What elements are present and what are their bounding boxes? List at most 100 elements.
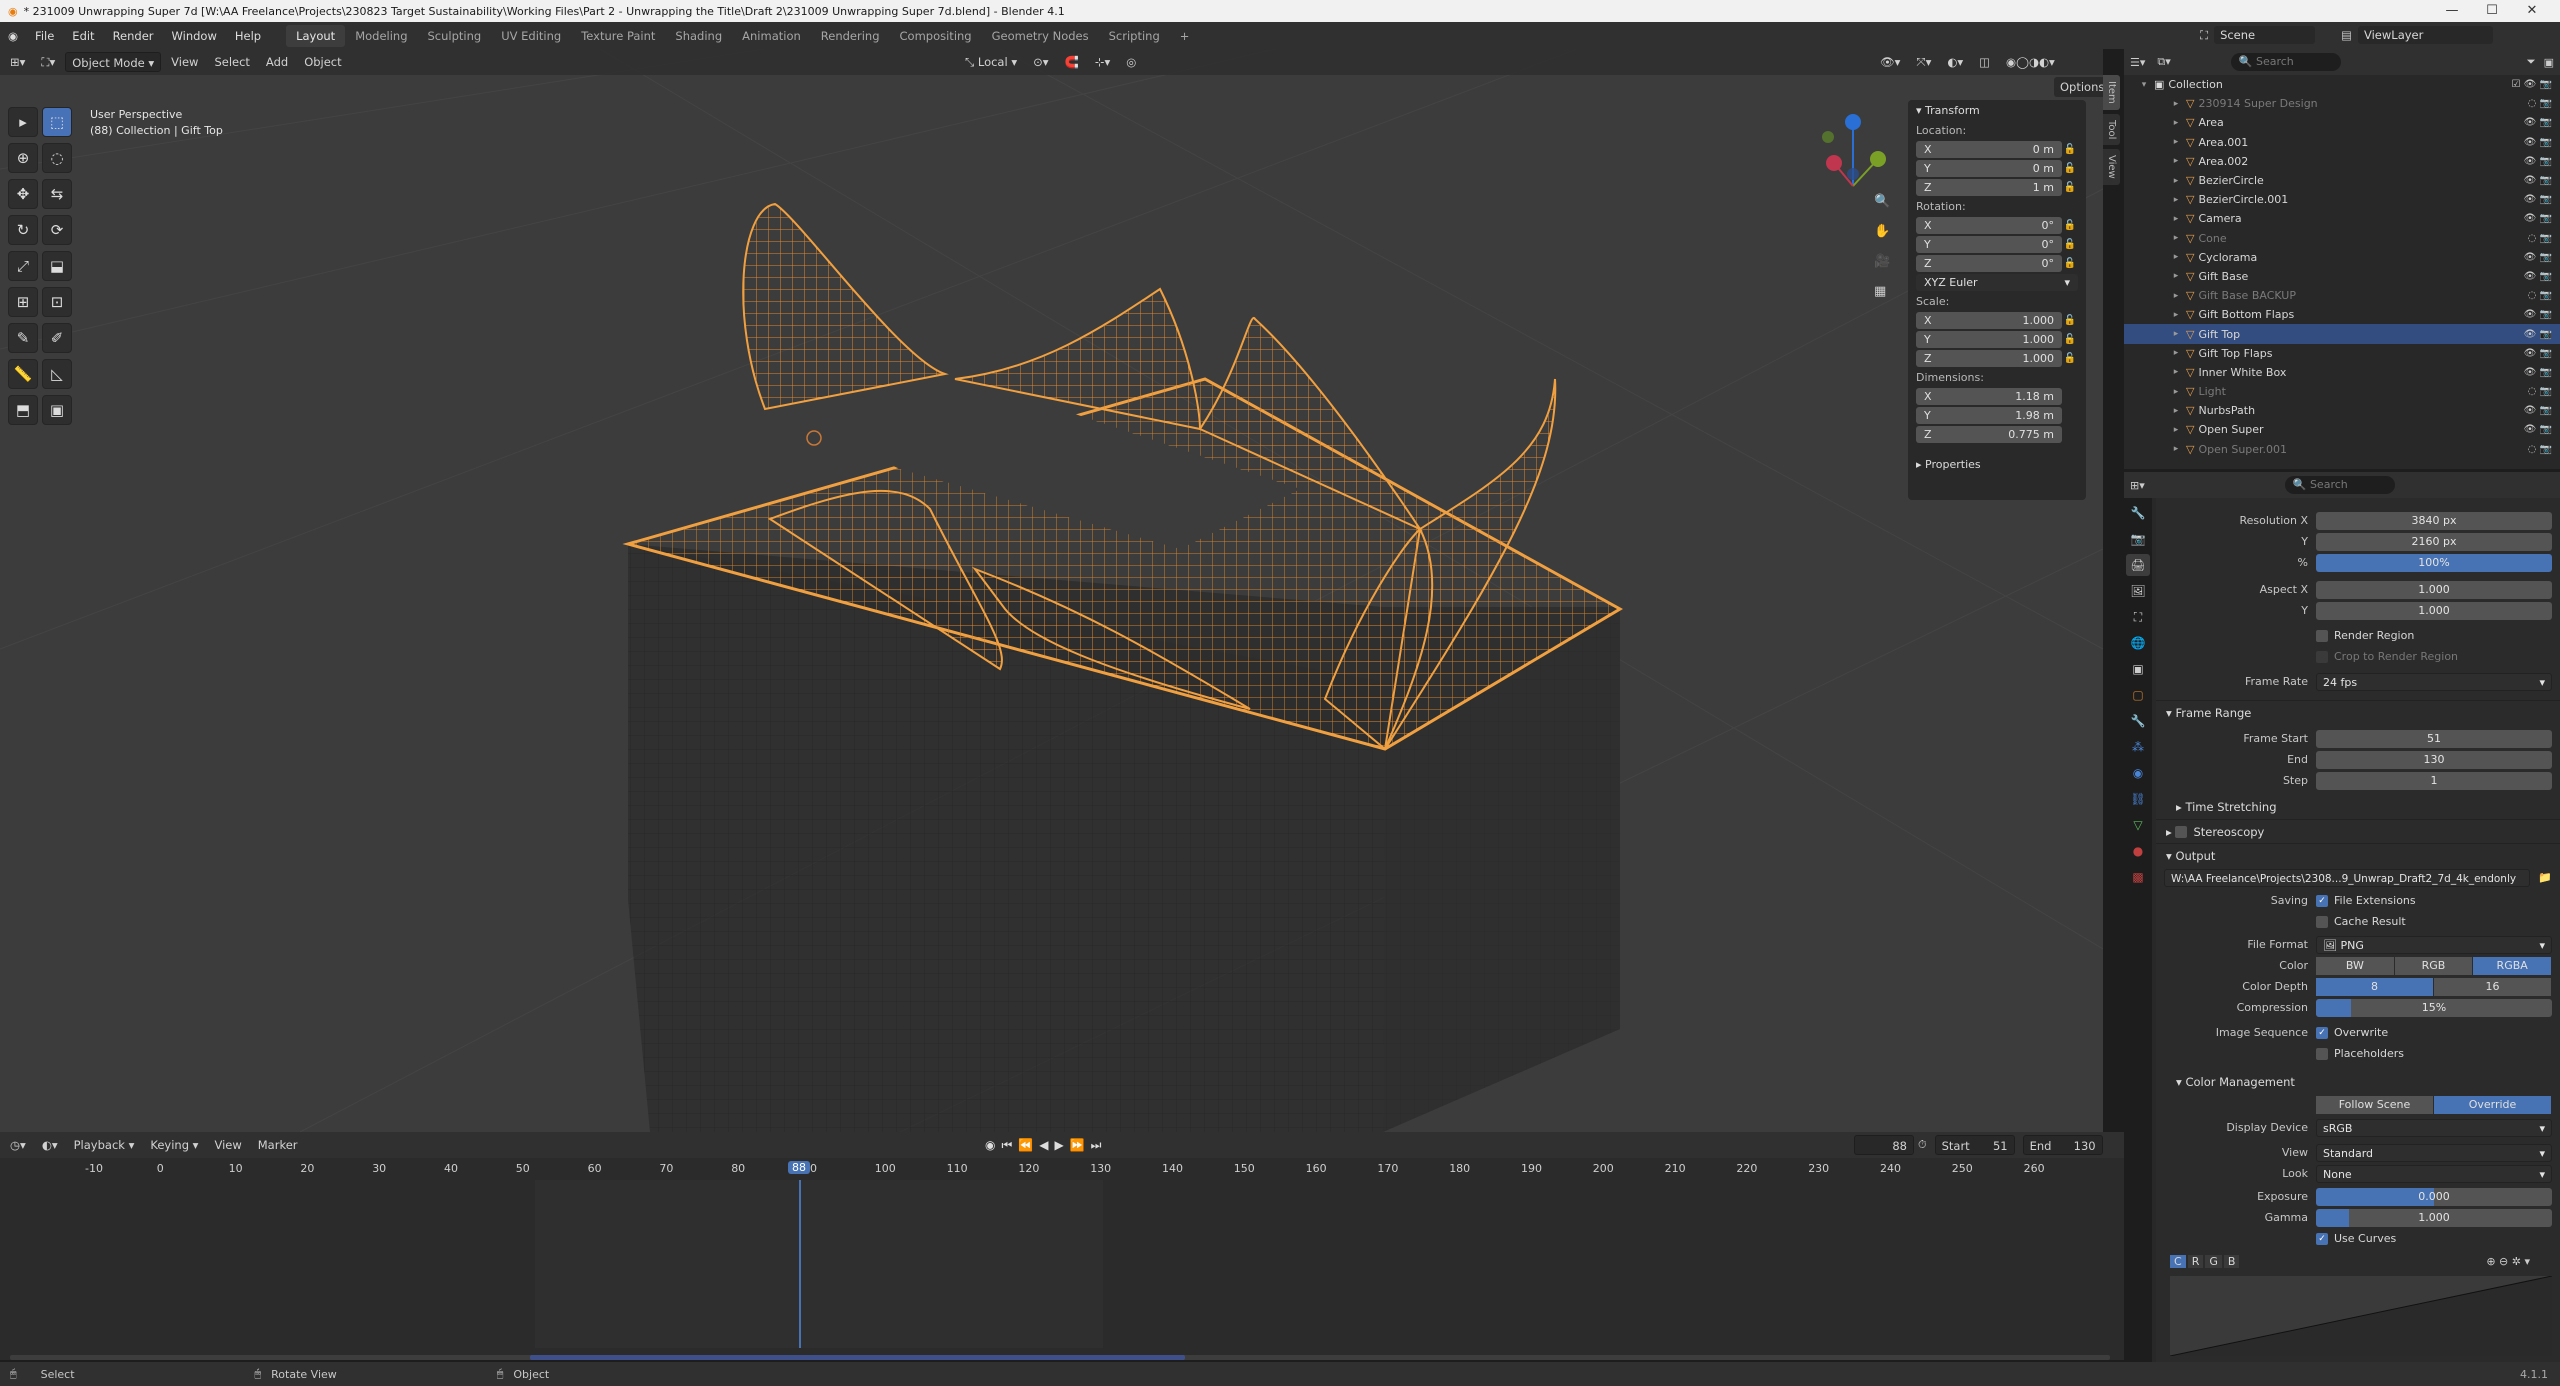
location-x-row[interactable]: X0 m 🔓 [1908, 140, 2086, 159]
data-properties-icon[interactable]: ▽ [2126, 814, 2150, 836]
transform-header[interactable]: ▾ Transform [1908, 100, 2086, 121]
move-tool-icon[interactable]: ✥ [8, 179, 38, 209]
expand-arrow-icon[interactable]: ▸ [2170, 425, 2182, 435]
color-rgb-option[interactable]: RGB [2394, 956, 2474, 975]
cursor-tool-icon[interactable]: ⊕ [8, 143, 38, 173]
physics-properties-icon[interactable]: ◉ [2126, 762, 2150, 784]
outliner-item[interactable]: ▸ ▽ Area.002 👁 📷 [2124, 152, 2560, 171]
aspect-y-row[interactable]: Y 1.000 [2156, 600, 2560, 621]
outliner-item[interactable]: ▸ ▽ Gift Base BACKUP ◌ 📷 [2124, 286, 2560, 305]
visibility-toggle-icon[interactable]: ◌ 📷 [2528, 290, 2552, 301]
visibility-toggle-icon[interactable]: ◌ 📷 [2528, 444, 2552, 455]
resolution-percent-row[interactable]: % 100% [2156, 552, 2560, 573]
expand-arrow-icon[interactable]: ▸ [2170, 195, 2182, 205]
maximize-button[interactable]: ☐ [2472, 0, 2512, 22]
frame-range-header[interactable]: ▾ Frame Range [2156, 700, 2560, 724]
visibility-toggle-icon[interactable]: 👁 📷 [2524, 194, 2552, 205]
timeline-ruler[interactable]: -10 0 10 20 30 40 50 60 70 80 90 100 110 120 130 140 150… [0, 1158, 2124, 1180]
frame-rate-row[interactable]: Frame Rate 24 fps ▾ [2156, 671, 2560, 692]
object-properties-icon[interactable]: ▢ [2126, 684, 2150, 706]
file-format-row[interactable]: File Format 🖼 PNG ▾ [2156, 934, 2560, 955]
measure-alt-icon[interactable]: ◺ [42, 359, 72, 389]
end-frame-field[interactable]: End 130 [2022, 1135, 2103, 1155]
select-menu[interactable]: Select [208, 52, 255, 72]
expand-arrow-icon[interactable]: ▸ [2170, 176, 2182, 186]
options-button[interactable]: Options [2054, 77, 2111, 97]
view-transform-row[interactable]: View Standard ▾ [2156, 1142, 2560, 1163]
current-frame-field[interactable]: 88 [1854, 1135, 1914, 1155]
ortho-grid-icon[interactable]: ▦ [1874, 284, 1886, 299]
expand-arrow-icon[interactable]: ▸ [2170, 271, 2182, 281]
outliner-item[interactable]: ▸ ▽ Area 👁 📷 [2124, 113, 2560, 132]
outliner-item[interactable]: ▸ ▽ Area.001 👁 📷 [2124, 133, 2560, 152]
object-menu[interactable]: Object [298, 52, 347, 72]
output-header[interactable]: ▾ Output [2156, 843, 2560, 867]
compression-slider[interactable]: Compression 15% [2156, 997, 2560, 1018]
tab-rendering[interactable]: Rendering [811, 25, 890, 47]
visibility-toggle-icon[interactable]: ◌ 📷 [2528, 233, 2552, 244]
lock-icon[interactable]: 🔓 [2062, 353, 2078, 364]
move-alt-icon[interactable]: ⇆ [42, 179, 72, 209]
color-rgba-option[interactable]: RGBA [2473, 956, 2553, 975]
view-layer-selector[interactable]: ViewLayer [2358, 26, 2494, 44]
expand-arrow-icon[interactable]: ▸ [2170, 137, 2182, 147]
rotation-z-row[interactable]: Z 0° 🔓 [1908, 254, 2086, 273]
tab-view[interactable]: View [2103, 149, 2120, 185]
rotate-tool-icon[interactable]: ↻ [8, 215, 38, 245]
tab-sculpting[interactable]: Sculpting [418, 25, 492, 47]
follow-scene-option[interactable]: Follow Scene [2316, 1095, 2434, 1114]
render-region-checkbox[interactable]: Render Region [2156, 625, 2560, 646]
expand-arrow-icon[interactable]: ▸ [2170, 387, 2182, 397]
tab-tool[interactable]: Tool [2103, 113, 2120, 146]
outliner-item[interactable]: ▸ ▽ 230914 Super Design ◌ 📷 [2124, 94, 2560, 113]
jump-keyframe-back-icon[interactable]: ⏪ [1018, 1138, 1033, 1153]
tab-uv-editing[interactable]: UV Editing [491, 25, 571, 47]
lock-icon[interactable]: 🔓 [2062, 239, 2078, 250]
scene-selector[interactable]: Scene [2214, 26, 2316, 44]
annotate-tool-icon[interactable]: ✎ [8, 323, 38, 353]
outliner-item[interactable]: ▸ ▽ Open Super 👁 📷 [2124, 420, 2560, 439]
collection-root[interactable]: ▾ ▣ Collection ☑ 👁 📷 [2124, 75, 2560, 94]
tab-geometry-nodes[interactable]: Geometry Nodes [982, 25, 1099, 47]
new-collection-icon[interactable]: ▣ [2544, 56, 2554, 69]
xray-toggle-icon[interactable]: ◫ [1973, 52, 1996, 72]
expand-arrow-icon[interactable]: ▸ [2170, 444, 2182, 454]
play-reverse-icon[interactable]: ◀ [1039, 1138, 1048, 1153]
camera-view-icon[interactable]: 🎥 [1874, 253, 1890, 269]
tab-shading[interactable]: Shading [665, 25, 732, 47]
tab-item[interactable]: Item [2103, 75, 2120, 110]
rotate-alt-icon[interactable]: ⟳ [42, 215, 72, 245]
visibility-toggle-icon[interactable]: 👁 📷 [2524, 309, 2552, 320]
override-option[interactable]: Override [2434, 1095, 2552, 1114]
outliner-item[interactable]: ▸ ▽ Gift Bottom Flaps 👁 📷 [2124, 305, 2560, 324]
cursor-alt-icon[interactable]: ◌ [42, 143, 72, 173]
tweak-tool-icon[interactable]: ▸ [8, 107, 38, 137]
preview-range-icon[interactable]: ⏱ [1918, 1138, 1927, 1152]
3d-viewport[interactable]: 🔍 ✋ 🎥 ▦ [0, 49, 2103, 1132]
outliner-item[interactable]: ▸ ▽ NurbsPath 👁 📷 [2124, 401, 2560, 420]
exposure-slider[interactable]: Exposure 0.000 [2156, 1186, 2560, 1207]
scale-y-row[interactable]: Y 1.000 🔓 [1908, 330, 2086, 349]
visibility-toggle-icon[interactable]: 👁 📷 [2524, 137, 2552, 148]
file-extensions-checkbox[interactable]: Saving ✓ File Extensions [2156, 890, 2560, 911]
close-button[interactable]: ✕ [2512, 0, 2552, 22]
resolution-y-row[interactable]: Y 2160 px [2156, 531, 2560, 552]
lock-icon[interactable]: 🔓 [2062, 182, 2078, 193]
start-frame-field[interactable]: Start 51 [1934, 1135, 2015, 1155]
expand-arrow-icon[interactable]: ▸ [2170, 348, 2182, 358]
outliner-item[interactable]: ▸ ▽ Cyclorama 👁 📷 [2124, 248, 2560, 267]
select-box-tool-icon[interactable]: ⬚ [42, 107, 72, 137]
menu-window[interactable]: Window [163, 29, 226, 43]
add-menu[interactable]: Add [260, 52, 294, 72]
visibility-toggle-icon[interactable]: 👁 📷 [2524, 117, 2552, 128]
cache-result-checkbox[interactable]: Cache Result [2156, 911, 2560, 932]
outliner-item[interactable]: ▸ ▽ Gift Top 👁 📷 [2124, 324, 2560, 344]
outliner-item[interactable]: ▸ ▽ BezierCircle 👁 📷 [2124, 171, 2560, 190]
visibility-toggle-icon[interactable]: 👁 📷 [2524, 405, 2552, 416]
outliner-item[interactable]: ▸ ▽ Gift Base 👁 📷 [2124, 267, 2560, 286]
color-mode-row[interactable]: Color BW RGB RGBA [2156, 955, 2560, 976]
expand-arrow-icon[interactable]: ▸ [2170, 118, 2182, 128]
lock-icon[interactable]: 🔓 [2062, 334, 2078, 345]
display-device-row[interactable]: Display Device sRGB ▾ [2156, 1117, 2560, 1138]
expand-arrow-icon[interactable]: ▸ [2170, 406, 2182, 416]
